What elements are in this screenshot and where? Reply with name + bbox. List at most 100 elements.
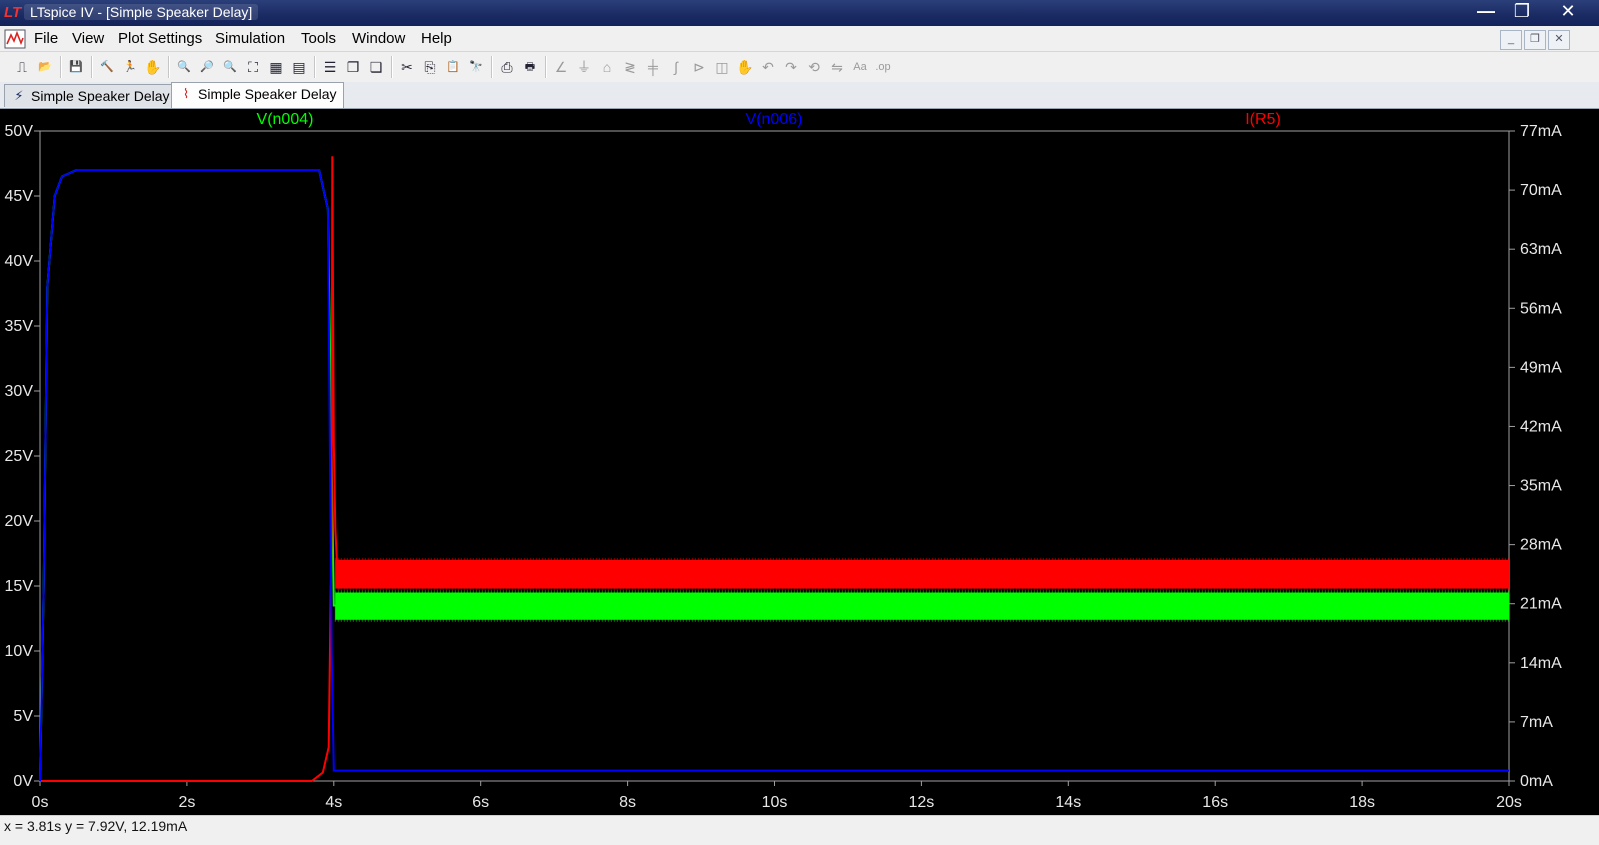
menu-file[interactable]: File — [34, 30, 58, 47]
cascade-icon[interactable]: ❐ — [343, 57, 363, 77]
waveform-icon: ⌇ — [182, 86, 190, 101]
y-right-tick-label: 70mA — [1520, 182, 1562, 199]
menu-view[interactable]: View — [72, 30, 104, 47]
y-left-tick-label: 50V — [5, 123, 34, 140]
label-net-icon[interactable]: ⌂ — [597, 57, 617, 77]
diode-icon[interactable]: ⊳ — [689, 57, 709, 77]
menu-tools[interactable]: Tools — [301, 30, 336, 47]
y-left-tick-label: 20V — [5, 513, 34, 530]
x-tick-label: 0s — [32, 794, 49, 811]
toolbar-separator — [391, 56, 393, 78]
y-right-tick-label: 42mA — [1520, 418, 1562, 435]
component-icon[interactable]: ◫ — [712, 57, 732, 77]
y-left-tick-label: 35V — [5, 318, 34, 335]
x-tick-label: 2s — [178, 794, 195, 811]
y-left-tick-label: 10V — [5, 643, 34, 660]
document-tab-bar: ⚡ Simple Speaker Delay ⌇ Simple Speaker … — [0, 82, 1599, 109]
y-right-tick-label: 14mA — [1520, 655, 1562, 672]
y-left-tick-label: 45V — [5, 188, 34, 205]
x-tick-label: 4s — [325, 794, 342, 811]
y-right-tick-label: 49mA — [1520, 359, 1562, 376]
y-right-tick-label: 56mA — [1520, 300, 1562, 317]
y-right-tick-label: 21mA — [1520, 596, 1562, 613]
close-button[interactable]: ✕ — [1546, 0, 1590, 24]
minimize-button[interactable]: — — [1468, 0, 1504, 24]
zoom-fit-icon[interactable]: ⛶ — [243, 57, 263, 77]
toolbar-separator — [491, 56, 493, 78]
y-right-tick-label: 77mA — [1520, 123, 1562, 140]
drag-icon[interactable]: ✋ — [735, 57, 755, 77]
x-tick-label: 10s — [762, 794, 788, 811]
tab-schematic[interactable]: ⚡ Simple Speaker Delay — [4, 84, 177, 107]
text-icon[interactable]: Aa — [850, 57, 870, 77]
copy-icon[interactable]: ⎘ — [420, 57, 440, 77]
ground-icon[interactable]: ⏚ — [574, 57, 594, 77]
maximize-button[interactable]: ❐ — [1504, 0, 1540, 24]
y-left-tick-label: 15V — [5, 578, 34, 595]
i-r5-trace — [40, 156, 1509, 782]
y-right-tick-label: 35mA — [1520, 478, 1562, 495]
open-icon[interactable]: 📂 — [35, 57, 55, 77]
y-right-tick-label: 63mA — [1520, 241, 1562, 258]
x-tick-label: 6s — [472, 794, 489, 811]
mdi-minimize-button[interactable]: _ — [1500, 30, 1522, 50]
y-left-tick-label: 30V — [5, 383, 34, 400]
x-tick-label: 18s — [1349, 794, 1375, 811]
mdi-close-button[interactable]: ✕ — [1548, 30, 1570, 50]
zoom-back-icon[interactable]: 🔎 — [197, 57, 217, 77]
menu-help[interactable]: Help — [421, 30, 452, 47]
tab-waveform-label: Simple Speaker Delay — [198, 86, 337, 102]
control-panel-icon[interactable]: 🔨 — [97, 57, 117, 77]
print-icon[interactable]: 🖶 — [520, 57, 540, 77]
y-left-tick-label: 0V — [13, 773, 33, 790]
new-schematic-icon[interactable]: ⎍ — [12, 57, 32, 77]
tab-schematic-label: Simple Speaker Delay — [31, 88, 170, 104]
menu-simulation[interactable]: Simulation — [215, 30, 285, 47]
window-title: LTspice IV - [Simple Speaker Delay] — [24, 4, 259, 20]
inductor-icon[interactable]: ∫ — [666, 57, 686, 77]
y-right-tick-label: 28mA — [1520, 537, 1562, 554]
x-tick-label: 8s — [619, 794, 636, 811]
y-right-tick-label: 0mA — [1520, 773, 1553, 790]
paste-icon[interactable]: 📋 — [443, 57, 463, 77]
zoom-out-icon[interactable]: 🔍 — [220, 57, 240, 77]
pan-icon[interactable]: ✋ — [143, 57, 163, 77]
waveform-document-icon[interactable] — [4, 29, 26, 49]
capacitor-icon[interactable]: ╪ — [643, 57, 663, 77]
save-icon[interactable]: 💾 — [66, 57, 86, 77]
y-right-tick-label: 7mA — [1520, 714, 1553, 731]
rotate-icon[interactable]: ⟲ — [804, 57, 824, 77]
menu-window[interactable]: Window — [352, 30, 405, 47]
tab-waveform[interactable]: ⌇ Simple Speaker Delay — [171, 82, 344, 108]
tile-horizontal-icon[interactable]: ☰ — [320, 57, 340, 77]
mdi-restore-button[interactable]: ❐ — [1524, 30, 1546, 50]
plot-frame — [39, 130, 1510, 782]
waveform-plot-pane[interactable]: 0s 2s 4s 6s 8s 10s 12s 14s 16s 18s 20s 0V 5V 10V 15V 20… — [0, 109, 1599, 815]
trace-label-vn004: V(n004) — [257, 111, 314, 128]
menu-plot-settings[interactable]: Plot Settings — [118, 30, 202, 47]
trace-label-vn006: V(n006) — [746, 111, 803, 128]
x-tick-label: 16s — [1202, 794, 1228, 811]
tile-vertical-icon[interactable]: ❏ — [366, 57, 386, 77]
y-left-tick-label: 25V — [5, 448, 34, 465]
menu-bar: File View Plot Settings Simulation Tools… — [0, 26, 1599, 52]
cursor-readout: x = 3.81s y = 7.92V, 12.19mA — [4, 818, 188, 834]
run-icon[interactable]: 🏃 — [120, 57, 140, 77]
cut-icon[interactable]: ✂ — [397, 57, 417, 77]
print-preview-icon[interactable]: ⎙ — [497, 57, 517, 77]
zoom-in-icon[interactable]: 🔍 — [174, 57, 194, 77]
mirror-icon[interactable]: ⇋ — [827, 57, 847, 77]
spice-directive-icon[interactable]: .op — [873, 57, 893, 77]
autorange-y-icon[interactable]: ▤ — [289, 57, 309, 77]
waveform-chart[interactable]: 0s 2s 4s 6s 8s 10s 12s 14s 16s 18s 20s 0V 5V 10V 15V 20… — [0, 109, 1599, 815]
redo-icon[interactable]: ↷ — [781, 57, 801, 77]
find-icon[interactable]: 🔭 — [466, 57, 486, 77]
toolbar-separator — [314, 56, 316, 78]
v-n004-trace — [39, 169, 1509, 782]
wire-icon[interactable]: ∠ — [551, 57, 571, 77]
autorange-icon[interactable]: ▦ — [266, 57, 286, 77]
resistor-icon[interactable]: ≷ — [620, 57, 640, 77]
ltspice-logo-icon: LT — [4, 4, 22, 21]
v-n006-trace — [39, 169, 1509, 782]
undo-icon[interactable]: ↶ — [758, 57, 778, 77]
